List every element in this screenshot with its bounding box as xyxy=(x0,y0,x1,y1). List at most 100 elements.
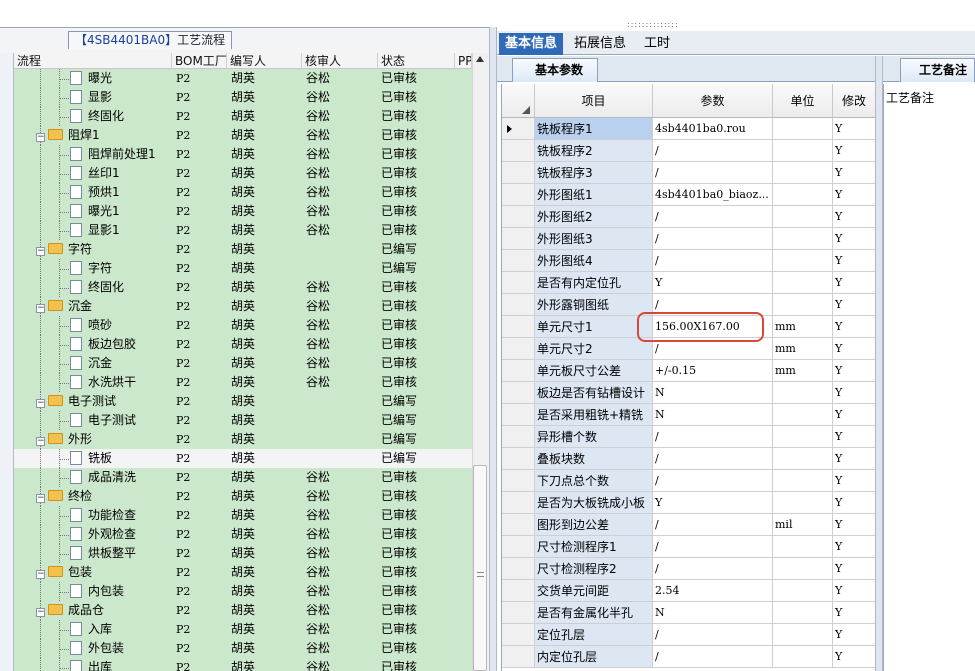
param-row[interactable]: 外形图纸3/ Y xyxy=(502,228,875,250)
tree-node[interactable]: 内包装 xyxy=(70,582,124,601)
tree-node[interactable]: 丝印1 xyxy=(70,164,120,183)
row-indicator[interactable] xyxy=(502,602,535,624)
row-indicator[interactable] xyxy=(502,118,535,140)
param-row[interactable]: 是否有金属化半孔 N Y xyxy=(502,602,875,624)
tab-process-remark[interactable]: 工艺备注 xyxy=(900,58,975,82)
tree-row[interactable]: 曝光 P2 胡英 谷松 已审核 xyxy=(14,69,472,88)
tree-node[interactable]: 烘板整平 xyxy=(70,544,136,563)
tree-node[interactable]: − 阻焊1 xyxy=(36,126,100,145)
col-header-param[interactable]: 参数 xyxy=(653,84,773,118)
col-header-unit[interactable]: 单位 xyxy=(773,84,833,118)
param-value-cell[interactable]: N xyxy=(653,602,773,624)
collapse-icon[interactable]: − xyxy=(36,133,45,142)
param-value-cell[interactable]: / xyxy=(653,228,773,250)
tree-row[interactable]: − 成品仓 P2 胡英 谷松 已审核 xyxy=(14,601,472,620)
row-indicator[interactable] xyxy=(502,558,535,580)
col-header-item[interactable]: 项目 xyxy=(535,84,653,118)
col-header-process[interactable]: 流程 xyxy=(14,53,172,69)
row-indicator[interactable] xyxy=(502,470,535,492)
param-value-cell[interactable]: 4sb4401ba0.rou xyxy=(653,118,773,140)
tree-row[interactable]: 喷砂 P2 胡英 谷松 已审核 xyxy=(14,316,472,335)
row-indicator[interactable] xyxy=(502,404,535,426)
tree-row[interactable]: − 外形 P2 胡英 已编写 xyxy=(14,430,472,449)
tree-row[interactable]: 成品清洗 P2 胡英 谷松 已审核 xyxy=(14,468,472,487)
row-indicator[interactable] xyxy=(502,514,535,536)
param-row[interactable]: 异形槽个数 / Y xyxy=(502,426,875,448)
param-row[interactable]: 下刀点总个数 / Y xyxy=(502,470,875,492)
param-row[interactable]: 板边是否有钻槽设计 N Y xyxy=(502,382,875,404)
param-value-cell[interactable]: / xyxy=(653,250,773,272)
param-row[interactable]: 交货单元间距 2.54 Y xyxy=(502,580,875,602)
param-value-cell[interactable]: / xyxy=(653,162,773,184)
tree-scroll-thumb[interactable] xyxy=(473,465,487,671)
row-indicator[interactable] xyxy=(502,140,535,162)
tab-extended-info[interactable]: 拓展信息 xyxy=(568,33,632,55)
collapse-icon[interactable]: − xyxy=(36,247,45,256)
row-indicator[interactable] xyxy=(502,624,535,646)
tree-node[interactable]: 电子测试 xyxy=(70,411,136,430)
param-value-cell[interactable]: / xyxy=(653,470,773,492)
tree-node[interactable]: 外观检查 xyxy=(70,525,136,544)
param-value-cell[interactable]: / xyxy=(653,536,773,558)
tree-node[interactable]: 出库 xyxy=(70,658,112,671)
param-value-cell[interactable]: / xyxy=(653,206,773,228)
tree-row[interactable]: 外包装 P2 胡英 谷松 已审核 xyxy=(14,639,472,658)
param-value-cell[interactable]: / xyxy=(653,426,773,448)
tree-node[interactable]: − 成品仓 xyxy=(36,601,104,620)
tree-node[interactable]: 字符 xyxy=(70,259,112,278)
param-value-cell[interactable]: / xyxy=(653,558,773,580)
param-row[interactable]: 定位孔层 / Y xyxy=(502,624,875,646)
tree-row[interactable]: 入库 P2 胡英 谷松 已审核 xyxy=(14,620,472,639)
collapse-icon[interactable]: − xyxy=(36,437,45,446)
row-indicator[interactable] xyxy=(502,228,535,250)
tree-node[interactable]: 铣板 xyxy=(70,449,112,468)
col-header-status[interactable]: 状态 xyxy=(378,53,455,69)
tree-node[interactable]: 显影1 xyxy=(70,221,120,240)
row-indicator[interactable] xyxy=(502,382,535,404)
tree-row[interactable]: 板边包胶 P2 胡英 谷松 已审核 xyxy=(14,335,472,354)
tree-row[interactable]: 功能检查 P2 胡英 谷松 已审核 xyxy=(14,506,472,525)
param-row[interactable]: 图形到边公差 / mil Y xyxy=(502,514,875,536)
param-value-cell[interactable]: / xyxy=(653,646,773,668)
process-flow-title-tab[interactable]: 【4SB4401BA0】工艺流程 xyxy=(68,31,233,49)
row-indicator[interactable] xyxy=(502,426,535,448)
tree-row[interactable]: 电子测试 P2 胡英 已编写 xyxy=(14,411,472,430)
tree-row[interactable]: 显影 P2 胡英 谷松 已审核 xyxy=(14,88,472,107)
tree-row[interactable]: − 字符 P2 胡英 已编写 xyxy=(14,240,472,259)
param-value-cell[interactable]: / xyxy=(653,140,773,162)
tree-row[interactable]: 字符 P2 胡英 已编写 xyxy=(14,259,472,278)
tree-row[interactable]: 沉金 P2 胡英 谷松 已审核 xyxy=(14,354,472,373)
col-header-author[interactable]: 编写人 xyxy=(227,53,302,69)
tree-row[interactable]: 丝印1 P2 胡英 谷松 已审核 xyxy=(14,164,472,183)
row-indicator[interactable] xyxy=(502,360,535,382)
tab-basic-params[interactable]: 基本参数 xyxy=(512,58,598,82)
param-row[interactable]: 外形图纸2/ Y xyxy=(502,206,875,228)
collapse-icon[interactable]: − xyxy=(36,608,45,617)
col-header-pp[interactable]: PP xyxy=(455,53,472,69)
param-row[interactable]: 是否有内定位孔 Y Y xyxy=(502,272,875,294)
tree-row[interactable]: 阻焊前处理1 P2 胡英 谷松 已审核 xyxy=(14,145,472,164)
param-value-cell[interactable]: N xyxy=(653,382,773,404)
collapse-icon[interactable]: − xyxy=(36,304,45,313)
tab-basic-info[interactable]: 基本信息 xyxy=(499,33,564,55)
row-indicator[interactable] xyxy=(502,294,535,316)
collapse-icon[interactable]: − xyxy=(36,399,45,408)
param-value-cell[interactable]: / xyxy=(653,514,773,536)
grid-corner[interactable] xyxy=(502,84,535,118)
tree-row[interactable]: − 电子测试 P2 胡英 已编写 xyxy=(14,392,472,411)
tree-node[interactable]: 沉金 xyxy=(70,354,112,373)
row-indicator[interactable] xyxy=(502,272,535,294)
tree-node[interactable]: 板边包胶 xyxy=(70,335,136,354)
row-indicator[interactable] xyxy=(502,646,535,668)
row-indicator[interactable] xyxy=(502,206,535,228)
col-header-reviewer[interactable]: 核审人 xyxy=(302,53,378,69)
tree-row[interactable]: 水洗烘干 P2 胡英 谷松 已审核 xyxy=(14,373,472,392)
tree-row[interactable]: 铣板 P2 胡英 已编写 xyxy=(14,449,472,468)
tree-row[interactable]: 终固化 P2 胡英 谷松 已审核 xyxy=(14,278,472,297)
scroll-up-arrow-icon[interactable] xyxy=(476,56,484,62)
left-collapse-edge[interactable] xyxy=(0,53,14,671)
params-remark-splitter[interactable] xyxy=(875,56,883,671)
param-value-cell[interactable]: Y xyxy=(653,272,773,294)
param-row[interactable]: 铣板程序2/ Y xyxy=(502,140,875,162)
tree-node[interactable]: − 电子测试 xyxy=(36,392,116,411)
